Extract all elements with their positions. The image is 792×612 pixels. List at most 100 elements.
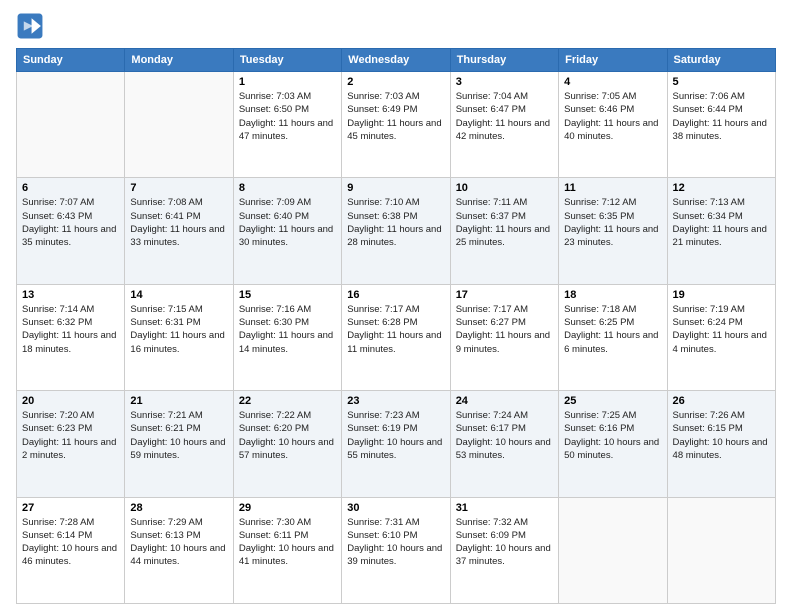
day-info-27: Sunrise: 7:28 AMSunset: 6:14 PMDaylight:… — [22, 516, 119, 569]
cell-w1-d1: 7 Sunrise: 7:08 AMSunset: 6:41 PMDaylight… — [125, 178, 233, 284]
cell-w3-d3: 23Sunrise: 7:23 AMSunset: 6:19 PMDayligh… — [342, 391, 450, 497]
day-info-5: Sunrise: 7:06 AMSunset: 6:44 PMDaylight:… — [673, 90, 770, 143]
cell-w1-d3: 9 Sunrise: 7:10 AMSunset: 6:38 PMDaylight… — [342, 178, 450, 284]
day-num-2: 2 — [347, 76, 444, 88]
day-info-6: Sunrise: 7:07 AMSunset: 6:43 PMDaylight:… — [22, 196, 119, 249]
day-num-28: 28 — [130, 502, 227, 514]
day-num-15: 15 — [239, 289, 336, 301]
day-num-19: 19 — [673, 289, 770, 301]
cell-w1-d2: 8 Sunrise: 7:09 AMSunset: 6:40 PMDaylight… — [233, 178, 341, 284]
header-sunday: Sunday — [17, 49, 125, 72]
cell-w1-d6: 12 Sunrise: 7:13 AMSunset: 6:34 PMDayligh… — [667, 178, 775, 284]
cell-w0-d1 — [125, 72, 233, 178]
day-num-21: 21 — [130, 395, 227, 407]
logo-icon — [16, 12, 44, 40]
cell-w4-d1: 28 Sunrise: 7:29 AMSunset: 6:13 PMDayligh… — [125, 497, 233, 603]
cell-w0-d0 — [17, 72, 125, 178]
cell-w2-d4: 17 Sunrise: 7:17 AMSunset: 6:27 PMDayligh… — [450, 284, 558, 390]
day-info-7: Sunrise: 7:08 AMSunset: 6:41 PMDaylight:… — [130, 196, 227, 249]
day-info-31: Sunrise: 7:32 AMSunset: 6:09 PMDaylight:… — [456, 516, 553, 569]
cell-w2-d5: 18 Sunrise: 7:18 AMSunset: 6:25 PMDayligh… — [559, 284, 667, 390]
day-info-1: Sunrise: 7:03 AMSunset: 6:50 PMDaylight:… — [239, 90, 336, 143]
page: SundayMondayTuesdayWednesdayThursdayFrid… — [0, 0, 792, 612]
day-num-16: 16 — [347, 289, 444, 301]
day-num-4: 4 — [564, 76, 661, 88]
day-num-5: 5 — [673, 76, 770, 88]
day-info-3: Sunrise: 7:04 AMSunset: 6:47 PMDaylight:… — [456, 90, 553, 143]
cell-w2-d0: 13 Sunrise: 7:14 AMSunset: 6:32 PMDayligh… — [17, 284, 125, 390]
cell-w1-d0: 6 Sunrise: 7:07 AMSunset: 6:43 PMDaylight… — [17, 178, 125, 284]
cell-w4-d3: 30Sunrise: 7:31 AMSunset: 6:10 PMDayligh… — [342, 497, 450, 603]
header-tuesday: Tuesday — [233, 49, 341, 72]
logo — [16, 12, 48, 40]
header — [16, 12, 776, 40]
day-info-12: Sunrise: 7:13 AMSunset: 6:34 PMDaylight:… — [673, 196, 770, 249]
day-num-27: 27 — [22, 502, 119, 514]
day-num-18: 18 — [564, 289, 661, 301]
day-info-2: Sunrise: 7:03 AMSunset: 6:49 PMDaylight:… — [347, 90, 444, 143]
cell-w1-d5: 11 Sunrise: 7:12 AMSunset: 6:35 PMDayligh… — [559, 178, 667, 284]
day-num-7: 7 — [130, 182, 227, 194]
day-info-13: Sunrise: 7:14 AMSunset: 6:32 PMDaylight:… — [22, 303, 119, 356]
day-num-31: 31 — [456, 502, 553, 514]
cell-w1-d4: 10 Sunrise: 7:11 AMSunset: 6:37 PMDayligh… — [450, 178, 558, 284]
cell-w0-d3: 2 Sunrise: 7:03 AMSunset: 6:49 PMDaylight… — [342, 72, 450, 178]
day-info-16: Sunrise: 7:17 AMSunset: 6:28 PMDaylight:… — [347, 303, 444, 356]
day-info-26: Sunrise: 7:26 AMSunset: 6:15 PMDaylight:… — [673, 409, 770, 462]
day-num-9: 9 — [347, 182, 444, 194]
day-num-6: 6 — [22, 182, 119, 194]
day-info-24: Sunrise: 7:24 AMSunset: 6:17 PMDaylight:… — [456, 409, 553, 462]
cell-w0-d4: 3 Sunrise: 7:04 AMSunset: 6:47 PMDaylight… — [450, 72, 558, 178]
header-wednesday: Wednesday — [342, 49, 450, 72]
day-num-23: 23 — [347, 395, 444, 407]
cell-w2-d2: 15 Sunrise: 7:16 AMSunset: 6:30 PMDayligh… — [233, 284, 341, 390]
day-info-28: Sunrise: 7:29 AMSunset: 6:13 PMDaylight:… — [130, 516, 227, 569]
day-info-20: Sunrise: 7:20 AMSunset: 6:23 PMDaylight:… — [22, 409, 119, 462]
day-info-10: Sunrise: 7:11 AMSunset: 6:37 PMDaylight:… — [456, 196, 553, 249]
day-info-17: Sunrise: 7:17 AMSunset: 6:27 PMDaylight:… — [456, 303, 553, 356]
day-info-15: Sunrise: 7:16 AMSunset: 6:30 PMDaylight:… — [239, 303, 336, 356]
day-num-3: 3 — [456, 76, 553, 88]
day-num-12: 12 — [673, 182, 770, 194]
cell-w4-d5 — [559, 497, 667, 603]
cell-w2-d1: 14 Sunrise: 7:15 AMSunset: 6:31 PMDayligh… — [125, 284, 233, 390]
day-info-18: Sunrise: 7:18 AMSunset: 6:25 PMDaylight:… — [564, 303, 661, 356]
cell-w4-d6 — [667, 497, 775, 603]
day-num-14: 14 — [130, 289, 227, 301]
cell-w3-d2: 22Sunrise: 7:22 AMSunset: 6:20 PMDayligh… — [233, 391, 341, 497]
day-info-25: Sunrise: 7:25 AMSunset: 6:16 PMDaylight:… — [564, 409, 661, 462]
day-num-29: 29 — [239, 502, 336, 514]
day-num-17: 17 — [456, 289, 553, 301]
day-info-21: Sunrise: 7:21 AMSunset: 6:21 PMDaylight:… — [130, 409, 227, 462]
cell-w3-d1: 21 Sunrise: 7:21 AMSunset: 6:21 PMDayligh… — [125, 391, 233, 497]
header-monday: Monday — [125, 49, 233, 72]
day-num-10: 10 — [456, 182, 553, 194]
cell-w4-d4: 31 Sunrise: 7:32 AMSunset: 6:09 PMDayligh… — [450, 497, 558, 603]
cell-w3-d6: 26 Sunrise: 7:26 AMSunset: 6:15 PMDayligh… — [667, 391, 775, 497]
day-info-19: Sunrise: 7:19 AMSunset: 6:24 PMDaylight:… — [673, 303, 770, 356]
cell-w0-d6: 5 Sunrise: 7:06 AMSunset: 6:44 PMDaylight… — [667, 72, 775, 178]
day-info-14: Sunrise: 7:15 AMSunset: 6:31 PMDaylight:… — [130, 303, 227, 356]
day-num-20: 20 — [22, 395, 119, 407]
cell-w2-d6: 19 Sunrise: 7:19 AMSunset: 6:24 PMDayligh… — [667, 284, 775, 390]
day-num-1: 1 — [239, 76, 336, 88]
day-num-25: 25 — [564, 395, 661, 407]
cell-w3-d4: 24 Sunrise: 7:24 AMSunset: 6:17 PMDayligh… — [450, 391, 558, 497]
day-info-9: Sunrise: 7:10 AMSunset: 6:38 PMDaylight:… — [347, 196, 444, 249]
cell-w4-d2: 29Sunrise: 7:30 AMSunset: 6:11 PMDayligh… — [233, 497, 341, 603]
day-num-13: 13 — [22, 289, 119, 301]
day-num-11: 11 — [564, 182, 661, 194]
day-info-11: Sunrise: 7:12 AMSunset: 6:35 PMDaylight:… — [564, 196, 661, 249]
day-num-26: 26 — [673, 395, 770, 407]
header-friday: Friday — [559, 49, 667, 72]
cell-w3-d5: 25 Sunrise: 7:25 AMSunset: 6:16 PMDayligh… — [559, 391, 667, 497]
day-num-24: 24 — [456, 395, 553, 407]
cell-w0-d2: 1 Sunrise: 7:03 AMSunset: 6:50 PMDaylight… — [233, 72, 341, 178]
calendar-table: SundayMondayTuesdayWednesdayThursdayFrid… — [16, 48, 776, 604]
day-num-30: 30 — [347, 502, 444, 514]
cell-w0-d5: 4Sunrise: 7:05 AMSunset: 6:46 PMDaylight… — [559, 72, 667, 178]
cell-w3-d0: 20 Sunrise: 7:20 AMSunset: 6:23 PMDayligh… — [17, 391, 125, 497]
day-num-8: 8 — [239, 182, 336, 194]
day-info-8: Sunrise: 7:09 AMSunset: 6:40 PMDaylight:… — [239, 196, 336, 249]
header-thursday: Thursday — [450, 49, 558, 72]
